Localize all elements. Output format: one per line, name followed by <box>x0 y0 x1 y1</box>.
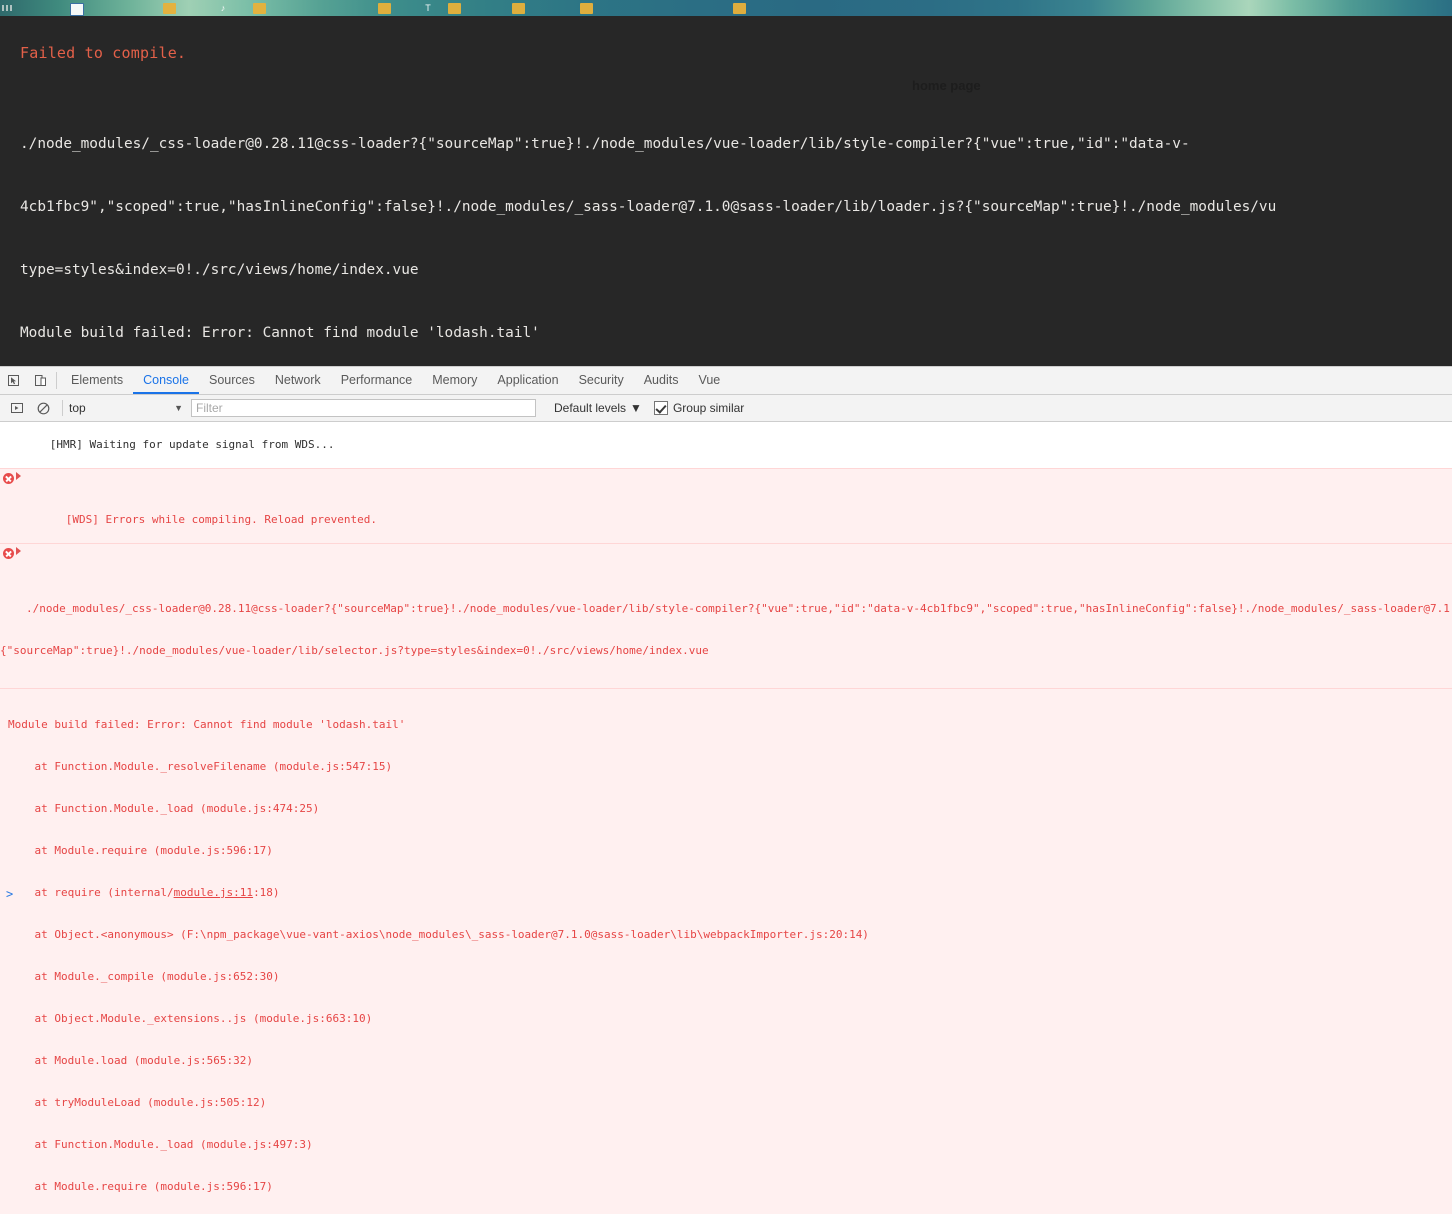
tab-performance[interactable]: Performance <box>331 367 423 394</box>
taskbar-app-icon-1[interactable] <box>70 3 84 16</box>
inspect-element-icon[interactable] <box>0 367 27 394</box>
tab-network[interactable]: Network <box>265 367 331 394</box>
group-similar-toggle[interactable]: Group similar <box>653 401 745 415</box>
desktop-taskbar-strip: ♪ T <box>0 0 1452 16</box>
chevron-down-icon: ▼ <box>630 401 642 415</box>
filterbar-divider <box>62 400 63 416</box>
overlay-line: Module build failed: Error: Cannot find … <box>20 325 540 341</box>
disclosure-triangle-icon[interactable] <box>16 547 21 555</box>
console-message-text: [HMR] Waiting for update signal from WDS… <box>49 438 335 451</box>
console-input-prompt[interactable]: > <box>0 884 1452 903</box>
taskbar-dots-icon <box>2 5 12 11</box>
execution-context-select[interactable]: top ▼ <box>69 401 187 415</box>
tab-elements[interactable]: Elements <box>61 367 133 394</box>
taskbar-text-icon[interactable]: T <box>423 3 433 14</box>
console-message-text-cont: {"sourceMap":true}!./node_modules/vue-lo… <box>0 644 709 657</box>
console-output[interactable]: [HMR] Waiting for update signal from WDS… <box>0 422 1452 1214</box>
tab-vue[interactable]: Vue <box>688 367 730 394</box>
device-toolbar-icon[interactable] <box>27 367 54 394</box>
chevron-down-icon: ▼ <box>174 403 183 413</box>
console-message-error[interactable]: [WDS] Errors while compiling. Reload pre… <box>0 468 1452 544</box>
trace-line: at Function.Module._resolveFilename (mod… <box>8 760 393 773</box>
toolbar-divider <box>56 372 57 389</box>
trace-line: at Object.<anonymous> (F:\npm_package\vu… <box>8 928 869 941</box>
trace-line: at Module.require (module.js:596:17) <box>8 1180 273 1193</box>
taskbar-music-icon[interactable]: ♪ <box>218 3 228 14</box>
tab-application[interactable]: Application <box>487 367 568 394</box>
taskbar-folder-icon-4[interactable] <box>448 3 461 14</box>
overlay-error-body: ./node_modules/_css-loader@0.28.11@css-l… <box>20 92 1452 366</box>
devtools-tabstrip: Elements Console Sources Network Perform… <box>0 367 1452 395</box>
group-similar-checkbox[interactable] <box>653 401 668 415</box>
taskbar-folder-icon-6[interactable] <box>580 3 593 14</box>
taskbar-folder-icon-3[interactable] <box>378 3 391 14</box>
tab-audits[interactable]: Audits <box>634 367 689 394</box>
trace-line: at Module._compile (module.js:652:30) <box>8 970 280 983</box>
trace-line: at Object.Module._extensions..js (module… <box>8 1012 373 1025</box>
overlay-heading: Failed to compile. <box>20 44 187 62</box>
console-filter-bar: top ▼ Default levels ▼ Group similar <box>0 395 1452 422</box>
page-content-home-page-label: home page <box>912 78 981 93</box>
execution-context-icon[interactable] <box>4 395 30 421</box>
group-similar-label: Group similar <box>672 401 745 415</box>
overlay-line: type=styles&index=0!./src/views/home/ind… <box>20 262 419 278</box>
taskbar-folder-icon-1[interactable] <box>163 3 176 14</box>
console-levels-label: Default levels <box>554 401 627 415</box>
console-message-text: [WDS] Errors while compiling. Reload pre… <box>65 513 378 526</box>
trace-line: at Function.Module._load (module.js:497:… <box>8 1138 313 1151</box>
tab-sources[interactable]: Sources <box>199 367 265 394</box>
overlay-line: ./node_modules/_css-loader@0.28.11@css-l… <box>20 136 1190 152</box>
console-levels-select[interactable]: Default levels ▼ <box>554 401 642 415</box>
console-stack-trace[interactable]: Module build failed: Error: Cannot find … <box>0 689 1452 1214</box>
console-message-info[interactable]: [HMR] Waiting for update signal from WDS… <box>0 422 1452 469</box>
disclosure-triangle-icon[interactable] <box>16 472 21 480</box>
tab-console[interactable]: Console <box>133 367 199 394</box>
trace-line: at Module.load (module.js:565:32) <box>8 1054 254 1067</box>
console-message-text: ./node_modules/_css-loader@0.28.11@css-l… <box>26 602 1452 615</box>
clear-console-icon[interactable] <box>30 395 56 421</box>
error-icon <box>3 548 14 559</box>
devtools-panel: Elements Console Sources Network Perform… <box>0 366 1452 1214</box>
trace-line: at Function.Module._load (module.js:474:… <box>8 802 320 815</box>
error-icon <box>3 473 14 484</box>
taskbar-folder-icon-2[interactable] <box>253 3 266 14</box>
taskbar-folder-icon-7[interactable] <box>733 3 746 14</box>
tab-security[interactable]: Security <box>569 367 634 394</box>
overlay-line: 4cb1fbc9","scoped":true,"hasInlineConfig… <box>20 199 1277 215</box>
console-message-error[interactable]: ./node_modules/_css-loader@0.28.11@css-l… <box>0 543 1452 689</box>
tab-memory[interactable]: Memory <box>422 367 487 394</box>
console-filter-input[interactable] <box>191 399 536 417</box>
taskbar-folder-icon-5[interactable] <box>512 3 525 14</box>
trace-line: at Module.require (module.js:596:17) <box>8 844 273 857</box>
webpack-error-overlay: Failed to compile. home page ./node_modu… <box>0 16 1452 366</box>
trace-line: Module build failed: Error: Cannot find … <box>8 718 406 731</box>
execution-context-value: top <box>69 401 86 415</box>
trace-line: at tryModuleLoad (module.js:505:12) <box>8 1096 267 1109</box>
prompt-caret-icon: > <box>6 886 14 901</box>
